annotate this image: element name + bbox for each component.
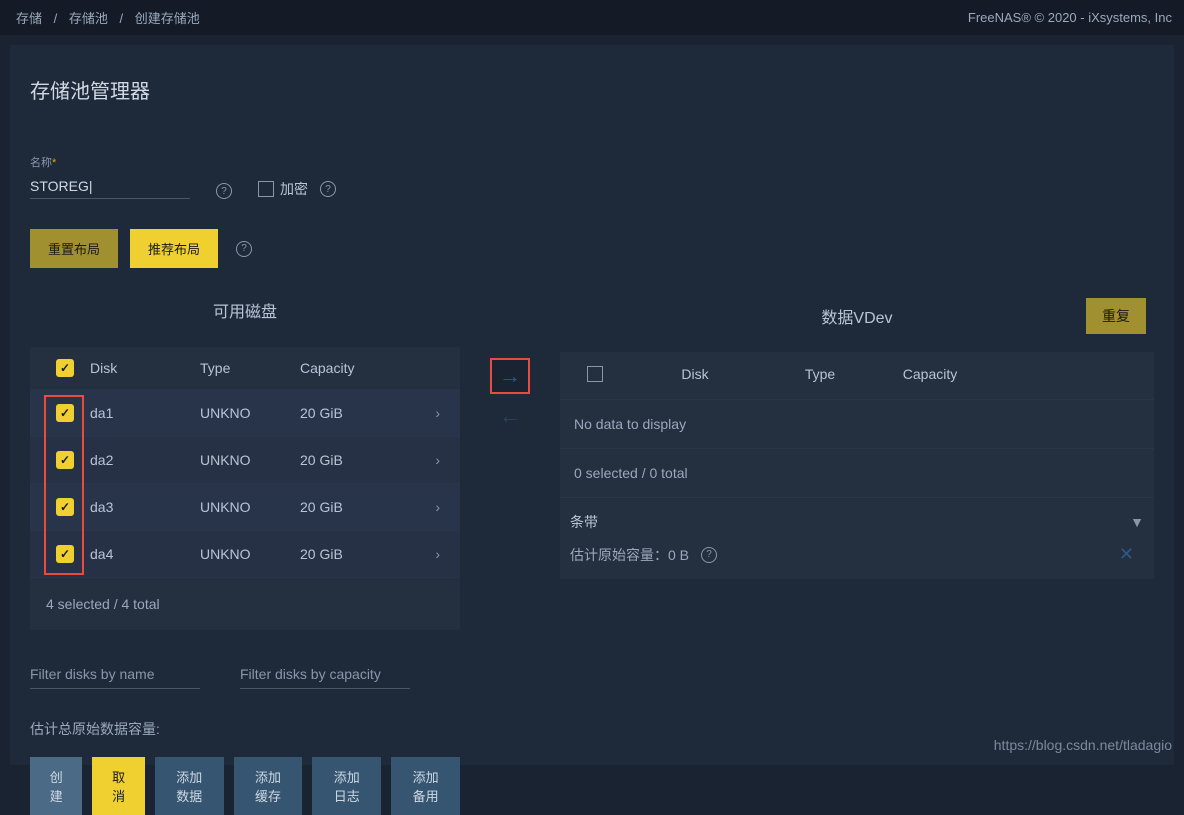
table-row[interactable]: ✓ da2 UNKNO 20 GiB ›: [30, 437, 460, 484]
encrypt-checkbox[interactable]: [258, 181, 274, 197]
row-checkbox[interactable]: ✓: [56, 498, 74, 516]
vdev-reset-button[interactable]: 重复: [1086, 298, 1146, 334]
col-type[interactable]: Type: [200, 360, 300, 376]
row-checkbox[interactable]: ✓: [56, 404, 74, 422]
reset-layout-button[interactable]: 重置布局: [30, 229, 118, 268]
cell-type: UNKNO: [200, 405, 300, 421]
cancel-button[interactable]: 取消: [92, 757, 144, 815]
breadcrumb: 存储 / 存储池 / 创建存储池: [12, 8, 204, 27]
expand-icon[interactable]: ›: [400, 499, 440, 515]
cell-type: UNKNO: [200, 499, 300, 515]
table-row[interactable]: ✓ da4 UNKNO 20 GiB ›: [30, 531, 460, 578]
cell-capacity: 20 GiB: [300, 452, 400, 468]
cell-disk: da3: [90, 499, 200, 515]
vdev-remove-button[interactable]: ✕: [1119, 544, 1144, 565]
suggest-layout-button[interactable]: 推荐布局: [130, 229, 218, 268]
add-cache-button[interactable]: 添加缓存: [234, 757, 303, 815]
cell-disk: da4: [90, 546, 200, 562]
cell-capacity: 20 GiB: [300, 499, 400, 515]
col-capacity[interactable]: Capacity: [300, 360, 400, 376]
cell-capacity: 20 GiB: [300, 405, 400, 421]
help-icon[interactable]: ?: [320, 181, 336, 197]
available-disks-table: ✓ Disk Type Capacity ✓ da1 UNKNO 20 GiB …: [30, 347, 460, 630]
breadcrumb-create-pool: 创建存储池: [135, 11, 200, 26]
vdev-layout-select[interactable]: 条带 ▼: [560, 497, 1154, 538]
vdev-table: Disk Type Capacity No data to display 0 …: [560, 352, 1154, 579]
cell-capacity: 20 GiB: [300, 546, 400, 562]
name-label: 名称*: [30, 154, 190, 170]
expand-icon[interactable]: ›: [400, 405, 440, 421]
filter-by-name-input[interactable]: [30, 660, 200, 689]
breadcrumb-storage[interactable]: 存储: [16, 11, 42, 26]
help-icon[interactable]: ?: [701, 547, 717, 563]
chevron-down-icon: ▼: [1130, 514, 1144, 530]
breadcrumb-pools[interactable]: 存储池: [69, 11, 108, 26]
vdev-title: 数据VDev: [628, 304, 1086, 328]
row-checkbox[interactable]: ✓: [56, 451, 74, 469]
help-icon[interactable]: ?: [236, 241, 252, 257]
vdev-est-raw: 估计原始容量：0 B: [570, 545, 689, 565]
create-button[interactable]: 创建: [30, 757, 82, 815]
table-row[interactable]: ✓ da3 UNKNO 20 GiB ›: [30, 484, 460, 531]
vdev-col-disk[interactable]: Disk: [620, 366, 770, 385]
estimated-total-label: 估计总原始数据容量:: [30, 719, 460, 739]
cell-type: UNKNO: [200, 546, 300, 562]
vdev-selection-count: 0 selected / 0 total: [560, 448, 1154, 497]
col-disk[interactable]: Disk: [90, 360, 200, 376]
table-row[interactable]: ✓ da1 UNKNO 20 GiB ›: [30, 390, 460, 437]
vdev-col-capacity[interactable]: Capacity: [870, 366, 990, 385]
cell-type: UNKNO: [200, 452, 300, 468]
select-all-checkbox[interactable]: ✓: [56, 359, 74, 377]
expand-icon[interactable]: ›: [400, 546, 440, 562]
vdev-col-type[interactable]: Type: [770, 366, 870, 385]
cell-disk: da2: [90, 452, 200, 468]
row-checkbox[interactable]: ✓: [56, 545, 74, 563]
name-input[interactable]: [30, 174, 190, 199]
copyright-text: FreeNAS® © 2020 - iXsystems, Inc: [968, 10, 1172, 25]
move-left-button[interactable]: ←: [490, 398, 530, 434]
table-selection-count: 4 selected / 4 total: [30, 578, 460, 630]
add-spare-button[interactable]: 添加备用: [391, 757, 460, 815]
filter-by-capacity-input[interactable]: [240, 660, 410, 689]
encrypt-label: 加密: [280, 179, 308, 199]
add-log-button[interactable]: 添加日志: [312, 757, 381, 815]
cell-disk: da1: [90, 405, 200, 421]
page-title: 存储池管理器: [30, 75, 1154, 104]
help-icon[interactable]: ?: [216, 183, 232, 199]
vdev-select-all-checkbox[interactable]: [587, 366, 603, 382]
watermark-text: https://blog.csdn.net/tladagio: [994, 737, 1172, 753]
vdev-no-data: No data to display: [560, 400, 1154, 448]
add-data-button[interactable]: 添加数据: [155, 757, 224, 815]
expand-icon[interactable]: ›: [400, 452, 440, 468]
available-disks-title: 可用磁盘: [30, 298, 460, 322]
move-right-button[interactable]: →: [490, 358, 530, 394]
